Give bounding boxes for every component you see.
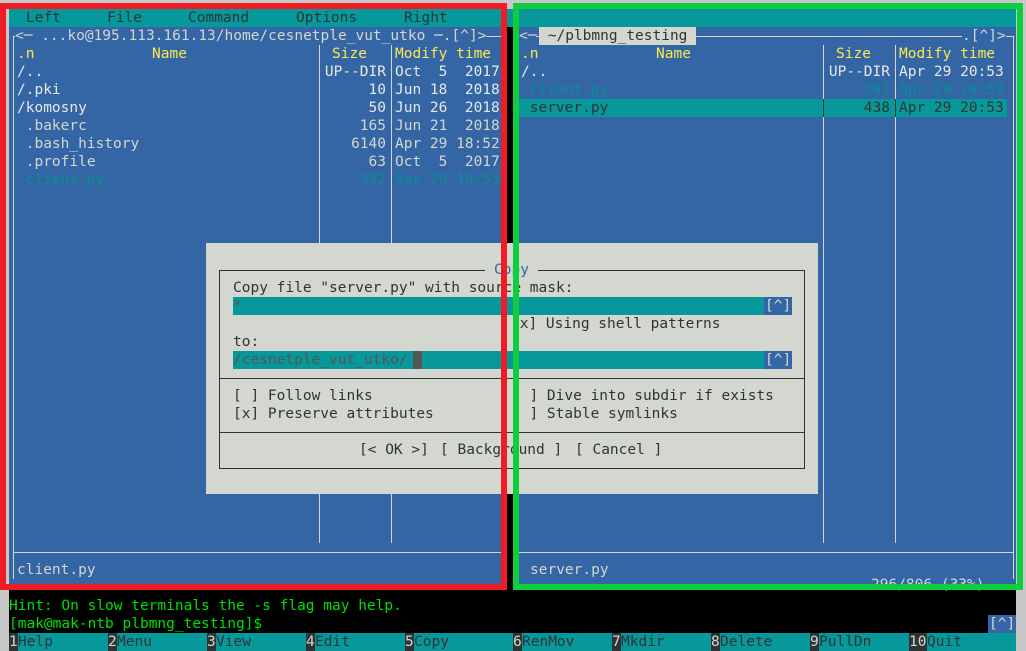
fkey-menu-button[interactable]: Menu — [117, 633, 207, 651]
hint-line: Hint: On slow terminals the -s flag may … — [9, 598, 402, 614]
fkey-number: 3 — [207, 633, 216, 651]
fkey-edit-button[interactable]: Edit — [315, 633, 405, 651]
fkey-mkdir-button[interactable]: Mkdir — [621, 633, 711, 651]
fkey-number: 8 — [711, 633, 720, 651]
fkey-number: 2 — [108, 633, 117, 651]
right-highlight-box — [513, 3, 1023, 590]
fkey-number: 6 — [513, 633, 522, 651]
fkey-copy-button[interactable]: Copy — [414, 633, 513, 651]
fkey-number: 9 — [810, 633, 819, 651]
fkey-quit-button[interactable]: Quit — [927, 633, 1016, 651]
shell-prompt[interactable]: [mak@mak-ntb plbmng_testing]$ — [9, 615, 262, 633]
fkey-number: 10 — [909, 633, 927, 651]
fkey-number: 1 — [9, 633, 18, 651]
fkey-pulldn-button[interactable]: PullDn — [819, 633, 909, 651]
fkey-number: 7 — [612, 633, 621, 651]
command-history-button[interactable]: [^] — [988, 615, 1017, 633]
fkey-renmov-button[interactable]: RenMov — [522, 633, 612, 651]
fkey-delete-button[interactable]: Delete — [720, 633, 810, 651]
fkey-view-button[interactable]: View — [216, 633, 306, 651]
fkey-help-button[interactable]: Help — [18, 633, 108, 651]
fkey-number: 5 — [405, 633, 414, 651]
left-highlight-box — [0, 3, 507, 590]
fkey-number: 4 — [306, 633, 315, 651]
